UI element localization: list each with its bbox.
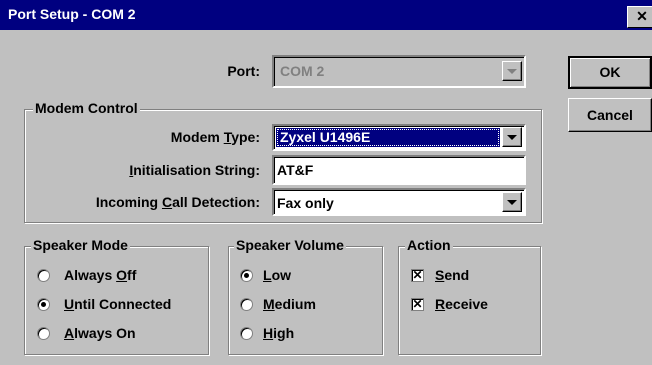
ok-button[interactable]: OK	[568, 56, 652, 89]
radio-label: Low	[263, 267, 292, 283]
modem-type-selection: Zyxel U1496E	[276, 128, 500, 147]
checkbox-label: Send	[435, 267, 470, 283]
speaker-volume-title: Speaker Volume	[234, 237, 346, 253]
checkmark-icon: ✕	[412, 297, 423, 311]
radio-label: High	[263, 325, 295, 341]
radio-selected-dot	[244, 273, 249, 278]
chevron-down-icon	[507, 200, 517, 205]
checkmark-icon: ✕	[412, 268, 423, 282]
radio-label: Until Connected	[64, 296, 172, 312]
checkbox[interactable]: ✕	[411, 269, 424, 282]
checkbox-label: Receive	[435, 296, 488, 312]
cancel-button[interactable]: Cancel	[568, 98, 652, 132]
modem-type-label: Modem Type:	[170, 129, 260, 145]
modem-type-value: Zyxel U1496E	[280, 129, 371, 145]
radio-button[interactable]	[37, 269, 50, 282]
radio-label: Always On	[64, 325, 136, 341]
radio-selected-dot	[41, 302, 46, 307]
port-dropdown-button[interactable]	[502, 61, 522, 81]
radio-button[interactable]	[240, 269, 253, 282]
init-string-label: Initialisation String:	[129, 162, 260, 178]
port-value: COM 2	[280, 63, 325, 79]
init-string-value: AT&F	[277, 162, 314, 178]
radio-button[interactable]	[37, 298, 50, 311]
call-detection-label: Incoming Call Detection:	[95, 194, 260, 210]
modem-control-title: Modem Control	[33, 100, 140, 116]
close-icon: ✕	[636, 8, 648, 24]
call-detection-value: Fax only	[277, 195, 334, 211]
radio-label: Always Off	[64, 267, 137, 283]
init-string-input[interactable]: AT&F	[272, 155, 526, 185]
radio-button[interactable]	[240, 298, 253, 311]
modem-type-dropdown[interactable]: Zyxel U1496E	[272, 124, 526, 151]
close-button[interactable]: ✕	[627, 6, 652, 28]
port-dropdown[interactable]: COM 2	[272, 55, 526, 88]
chevron-down-icon	[507, 69, 517, 74]
radio-button[interactable]	[240, 327, 253, 340]
chevron-down-icon	[507, 135, 517, 140]
checkbox[interactable]: ✕	[411, 298, 424, 311]
call-detection-dropdown-button[interactable]	[502, 192, 522, 212]
call-detection-dropdown[interactable]: Fax only	[272, 188, 526, 216]
speaker-mode-title: Speaker Mode	[31, 237, 130, 253]
window-title: Port Setup - COM 2	[8, 6, 136, 22]
radio-label: Medium	[263, 296, 316, 312]
port-label: Port:	[227, 63, 260, 79]
modem-type-dropdown-button[interactable]	[502, 127, 522, 147]
action-title: Action	[405, 237, 453, 253]
radio-button[interactable]	[37, 327, 50, 340]
